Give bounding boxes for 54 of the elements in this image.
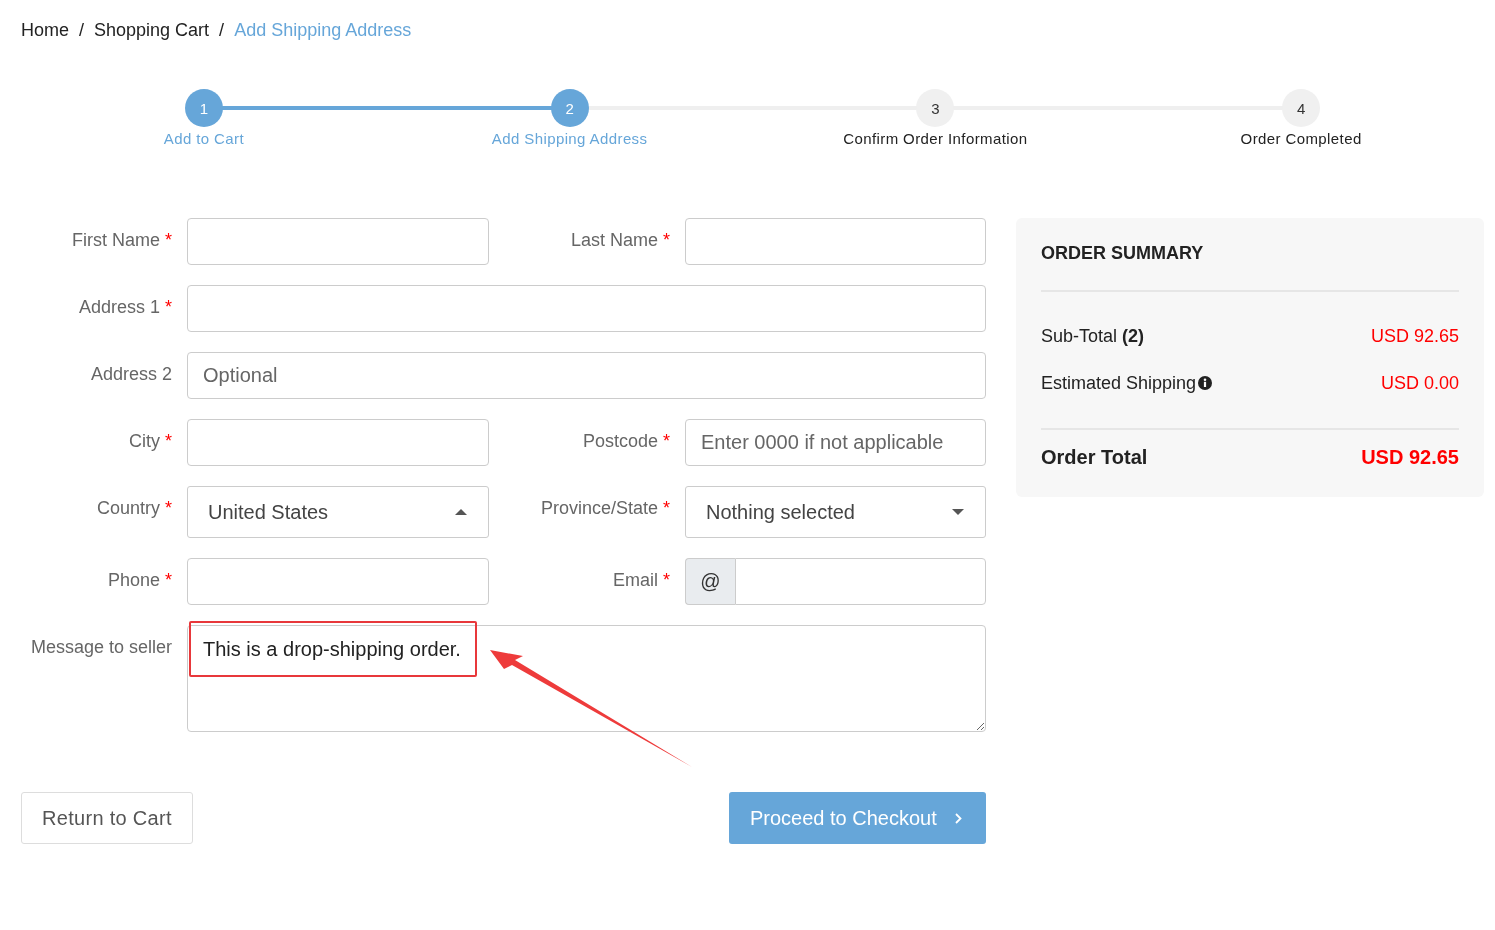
step-circle: 3 [916,89,955,127]
required-mark: * [663,430,670,452]
summary-label: Estimated Shipping [1041,372,1197,395]
breadcrumb-link[interactable]: Home [21,18,69,42]
select-field[interactable]: Nothing selected [685,486,986,538]
required-mark: * [165,430,172,452]
required-mark: * [165,569,172,591]
step-label: Add Shipping Address [491,130,648,148]
step-circle: 4 [1282,89,1321,127]
step-circle: 1 [184,89,223,127]
required-mark: * [165,229,172,251]
info-icon[interactable] [1198,376,1213,390]
input-field[interactable] [685,218,986,265]
input-field[interactable]: Enter 0000 if not applicable [685,419,986,466]
breadcrumb-separator: / [79,19,85,42]
total-label: Order Total [1041,445,1148,470]
summary-label: Sub-Total (2) [1041,325,1145,348]
summary-title: ORDER SUMMARY [1041,242,1205,264]
email-field[interactable] [735,558,986,605]
input-field[interactable] [187,218,489,265]
summary-amount: USD 92.65 [1370,325,1459,348]
required-mark: * [165,497,172,519]
input-field[interactable] [187,419,489,466]
required-mark: * [663,497,670,519]
step-label: Add to Cart [163,130,244,148]
field-label: Province/State [540,497,658,519]
input-field[interactable] [187,285,986,332]
field-label: Postcode [582,430,658,452]
required-mark: * [165,296,172,318]
field-label: Country [96,497,160,519]
step-label: Confirm Order Information [843,130,1028,148]
summary-amount: USD 0.00 [1380,372,1459,395]
field-label: Message to seller [30,636,172,658]
field-label: Address 2 [90,363,172,385]
field-label: First Name [71,229,160,251]
input-field[interactable] [187,558,489,605]
input-field[interactable]: Optional [187,352,986,399]
breadcrumb-link[interactable]: Shopping Cart [94,18,210,42]
step-label: Order Completed [1240,130,1362,148]
chevron-right-icon [955,812,962,824]
field-label: City [129,430,160,452]
breadcrumb-separator: / [219,19,225,42]
total-amount: USD 92.65 [1361,445,1459,470]
message-field[interactable]: This is a drop-shipping order. [187,625,986,732]
required-mark: * [663,569,670,591]
field-label: Email [612,569,658,591]
field-label: Address 1 [78,296,160,318]
select-field[interactable]: United States [187,486,489,538]
required-mark: * [663,229,670,251]
return-button[interactable]: Return to Cart [21,792,193,844]
step-circle: 2 [550,89,589,127]
field-label: Phone [107,569,160,591]
input-addon: @ [685,558,735,605]
field-label: Last Name [570,229,658,251]
